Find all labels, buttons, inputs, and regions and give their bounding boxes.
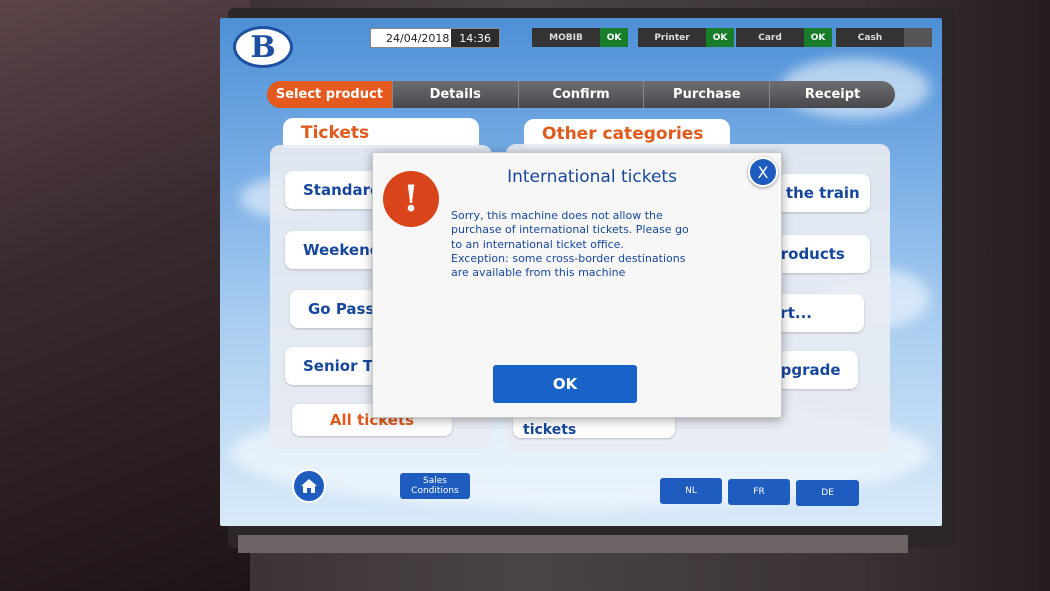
status-ok-card: OK: [804, 28, 832, 47]
dialog-message-line: to an international ticket office.: [451, 237, 624, 251]
status-label-cash: Cash: [836, 28, 904, 47]
step-confirm: Confirm: [517, 81, 644, 108]
home-button[interactable]: [292, 469, 326, 503]
status-value-cash: [904, 28, 932, 47]
kiosk-screen: B 24/04/2018 14:36 MOBIB OK Printer OK C…: [220, 18, 942, 526]
machine-side-panel: [0, 0, 250, 591]
step-details: Details: [391, 81, 518, 108]
home-icon: [301, 479, 317, 493]
step-select-product[interactable]: Select product: [267, 81, 392, 108]
dialog-message-line: are available from this machine: [451, 266, 626, 280]
dialog-message: Sorry, this machine does not allow the p…: [451, 209, 751, 280]
international-tickets-dialog: ! International tickets X Sorry, this ma…: [372, 152, 782, 418]
dialog-message-line: Sorry, this machine does not allow the: [451, 209, 663, 222]
tickets-panel-title: Tickets: [283, 118, 479, 148]
language-fr-button[interactable]: FR: [728, 479, 790, 505]
status-cash: Cash: [836, 28, 932, 47]
sales-conditions-button[interactable]: Sales Conditions: [400, 473, 470, 499]
purchase-steps: Select product Details Confirm Purchase …: [267, 81, 895, 108]
close-button[interactable]: X: [748, 157, 778, 187]
language-de-button[interactable]: DE: [796, 480, 859, 506]
step-receipt: Receipt: [769, 81, 895, 108]
step-purchase: Purchase: [643, 81, 769, 108]
status-ok-mobib: OK: [600, 28, 628, 47]
dialog-title: International tickets: [507, 167, 677, 187]
status-ok-printer: OK: [706, 28, 734, 47]
dialog-message-line: purchase of international tickets. Pleas…: [451, 223, 689, 237]
sncb-logo: B: [233, 26, 293, 68]
status-label-mobib: MOBIB: [532, 28, 600, 47]
ok-button[interactable]: OK: [493, 365, 637, 403]
status-label-card: Card: [736, 28, 804, 47]
status-card: Card OK: [736, 28, 832, 47]
time-text: 14:36: [451, 29, 499, 47]
dialog-message-line: Exception: some cross-border destination…: [451, 251, 686, 265]
screen-bottom-edge: [238, 535, 908, 553]
status-mobib: MOBIB OK: [532, 28, 628, 47]
status-printer: Printer OK: [638, 28, 734, 47]
status-label-printer: Printer: [638, 28, 706, 47]
date-time-display: 24/04/2018 14:36: [370, 28, 500, 48]
date-text: 24/04/2018: [386, 31, 450, 45]
language-nl-button[interactable]: NL: [660, 478, 722, 504]
